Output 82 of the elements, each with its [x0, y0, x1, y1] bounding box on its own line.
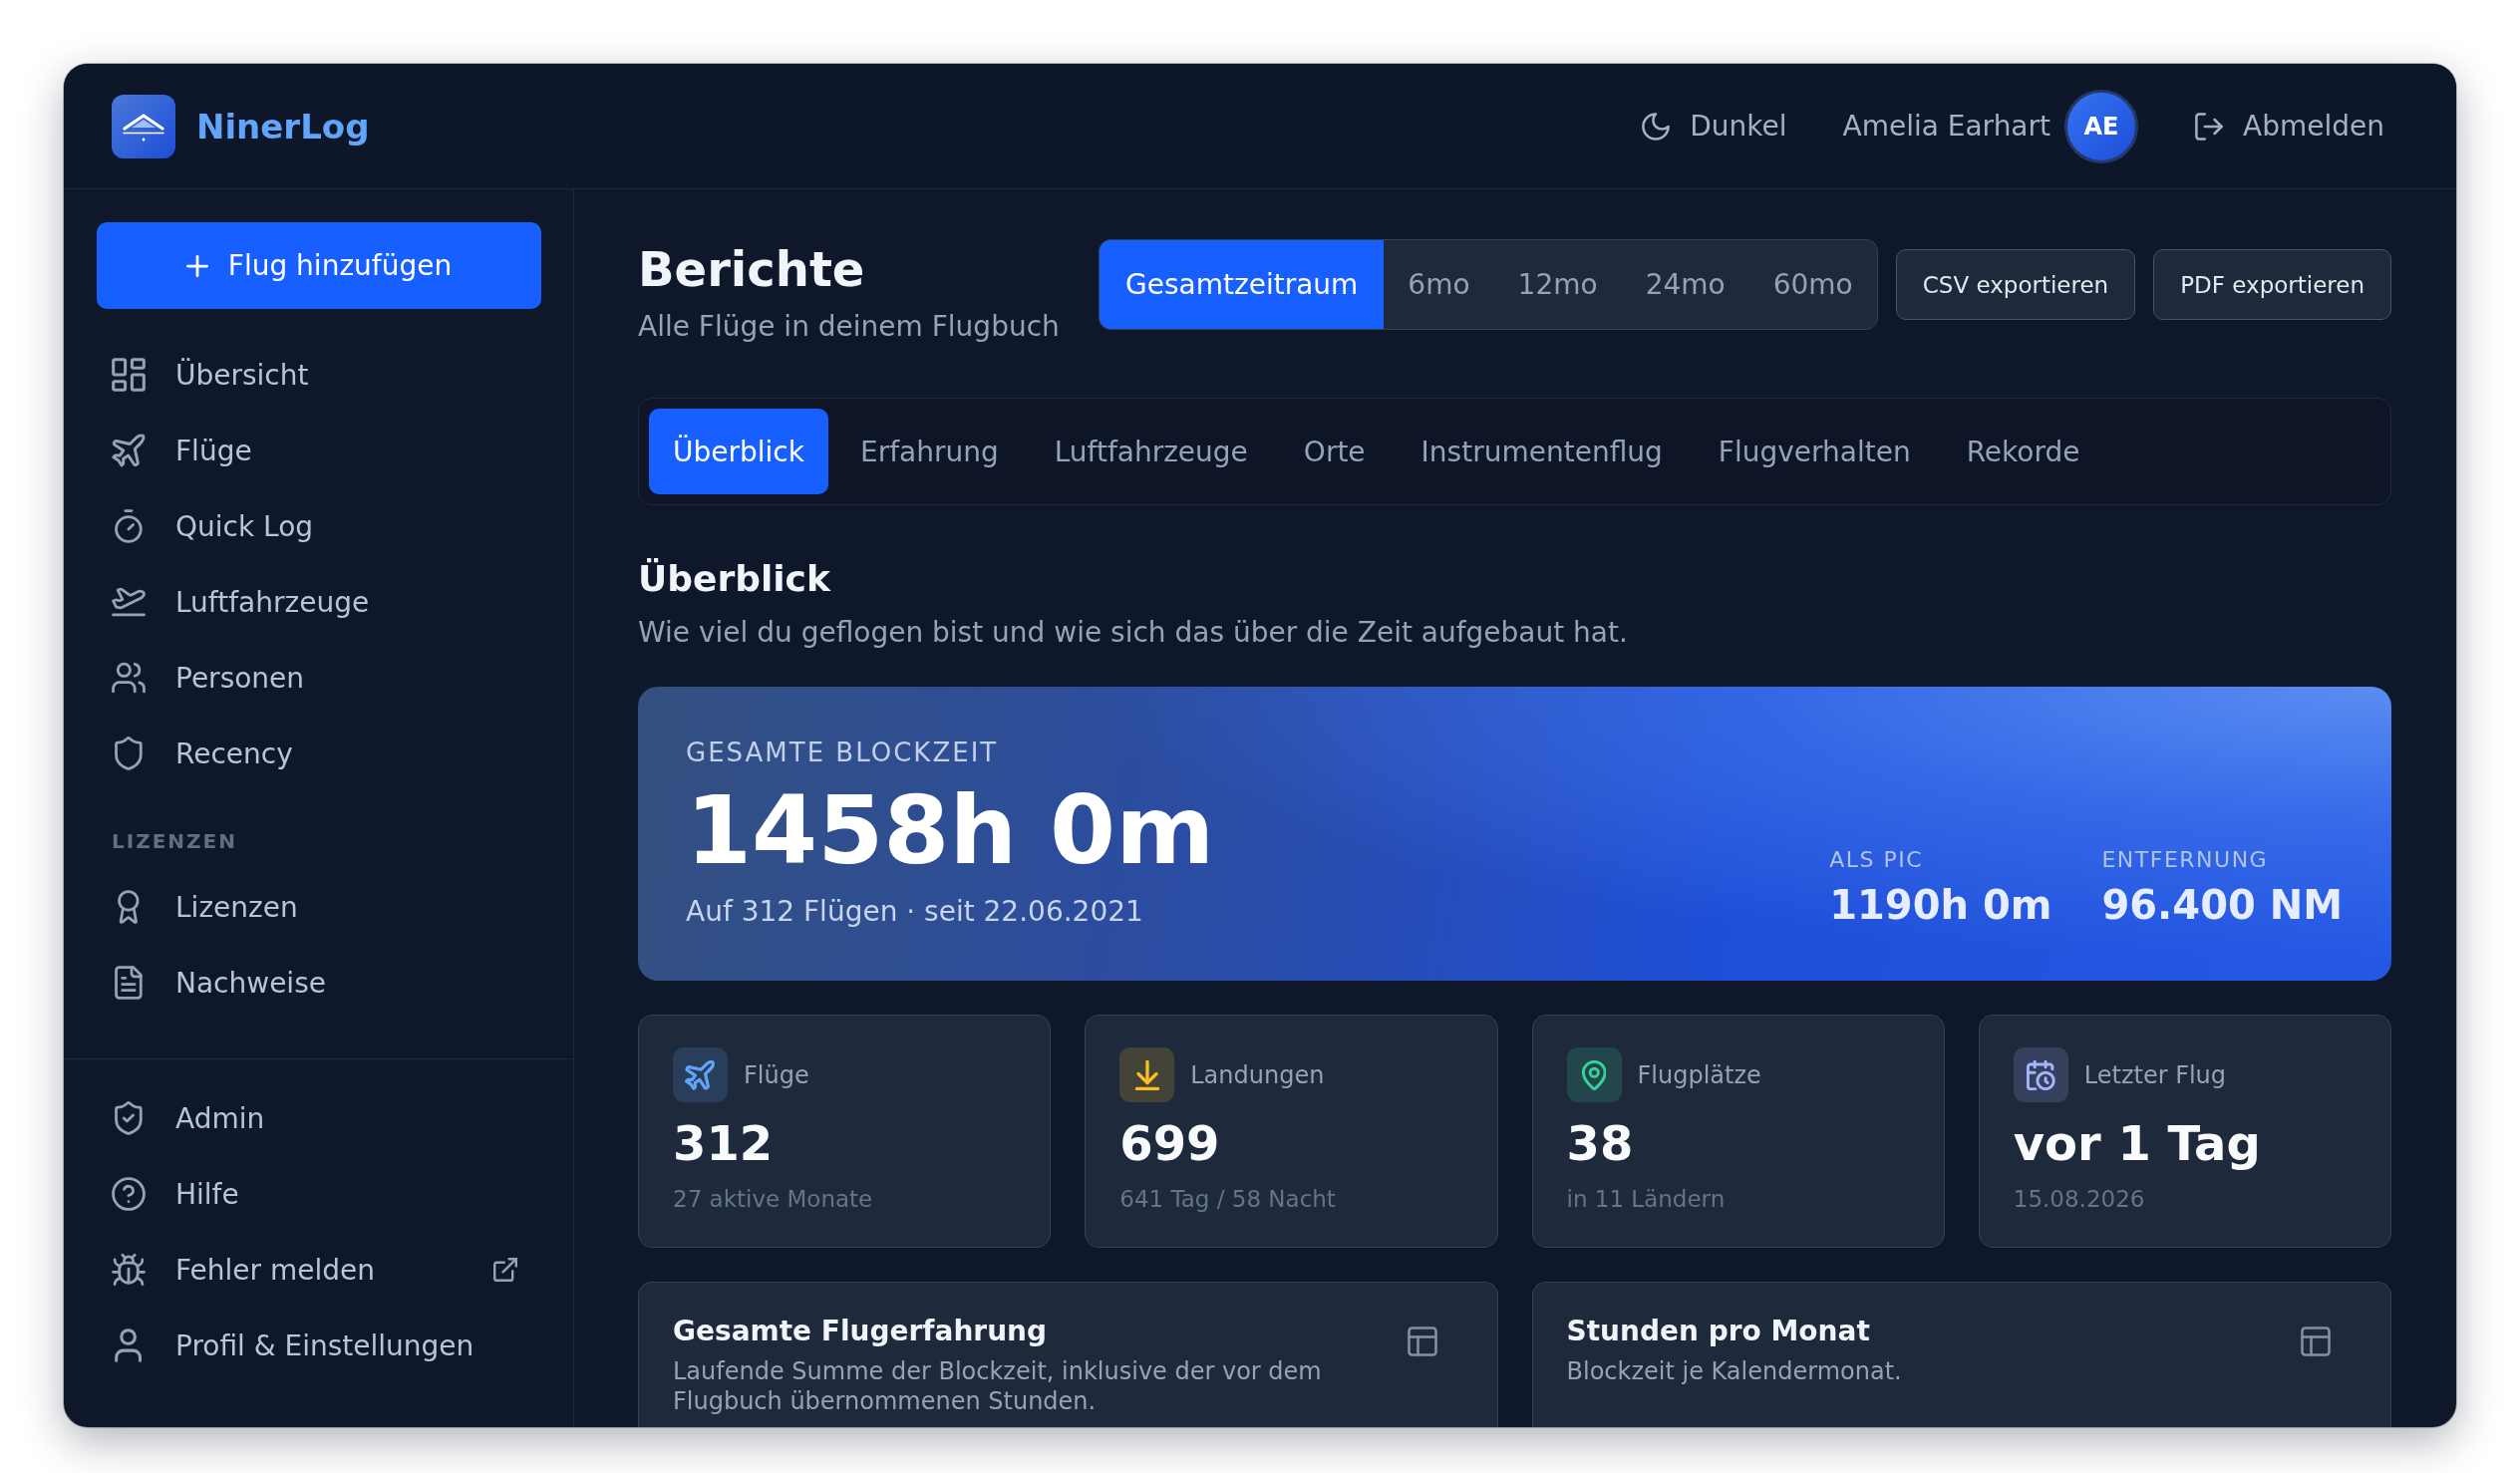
bug-icon	[112, 1253, 146, 1287]
nav-link[interactable]: Personen	[97, 640, 541, 716]
page-title: Berichte	[638, 240, 866, 298]
add-flight-button[interactable]: Flug hinzufügen	[97, 222, 541, 309]
stat-detail: 15.08.2026	[2013, 1185, 2146, 1213]
stat-label: Landungen	[1190, 1060, 1325, 1089]
report-tab[interactable]: Erfahrung	[835, 409, 1023, 494]
table-icon[interactable]	[2301, 1326, 2331, 1356]
range-option[interactable]: 6mo	[1384, 240, 1494, 329]
app-logo-icon	[112, 94, 175, 158]
nav-link[interactable]: Übersicht	[97, 337, 541, 413]
plane-icon	[673, 1047, 728, 1102]
nav-link[interactable]: Fehler melden	[97, 1232, 541, 1308]
side-stat-value: 96.400 NM	[2101, 881, 2343, 929]
stat-detail: 27 aktive Monate	[673, 1185, 874, 1213]
stat-value: 699	[1119, 1114, 1221, 1172]
report-tab[interactable]: Rekorde	[1942, 409, 2104, 494]
section-title: Überblick	[638, 557, 832, 601]
nav-link[interactable]: Flüge	[97, 413, 541, 488]
ribbon-icon	[118, 890, 140, 924]
range-option[interactable]: 24mo	[1621, 240, 1749, 329]
section-description: Wie viel du geflogen bist und wie sich das über die Zeit aufgebaut hat.	[638, 616, 1629, 650]
chart-title: Stunden pro Monat	[1566, 1315, 1871, 1348]
help-icon	[112, 1177, 146, 1211]
range-option[interactable]: 60mo	[1748, 240, 1877, 329]
nav-link[interactable]: Recency	[97, 716, 541, 791]
stat-detail: in 11 Ländern	[1566, 1185, 1727, 1213]
calendar-clock-icon	[2013, 1047, 2068, 1102]
stat-value: vor 1 Tag	[2013, 1114, 2262, 1172]
plus-icon	[185, 254, 208, 277]
range-option[interactable]: Gesamtzeitraum	[1100, 240, 1385, 329]
logout-button[interactable]: Abmelden	[2195, 110, 2384, 143]
document-icon	[115, 966, 143, 1000]
report-tab[interactable]: Instrumentenflug	[1397, 409, 1687, 494]
nav-link[interactable]: Luftfahrzeuge	[97, 564, 541, 640]
export-button[interactable]: PDF exportieren	[2153, 249, 2391, 320]
shield-icon	[115, 736, 143, 770]
nav-link[interactable]: Lizenzen	[97, 869, 541, 945]
nav-link[interactable]: Nachweise	[97, 945, 541, 1021]
export-button[interactable]: CSV exportieren	[1895, 249, 2136, 320]
external-link-icon	[493, 1258, 517, 1282]
stopwatch-icon	[115, 509, 143, 543]
moon-icon	[1642, 112, 1671, 141]
hero-label: GESAMTE BLOCKZEIT	[686, 736, 1000, 768]
side-stat-value: 1190h 0m	[1829, 881, 2052, 929]
range-option[interactable]: 12mo	[1493, 240, 1622, 329]
user-name: Amelia Earhart	[1842, 110, 2051, 143]
table-icon[interactable]	[1407, 1326, 1437, 1356]
stat-value: 312	[673, 1114, 775, 1172]
user-icon	[115, 1328, 143, 1362]
report-tab[interactable]: Orte	[1279, 409, 1390, 494]
grid-icon	[112, 358, 146, 392]
stat-detail: 641 Tag / 58 Nacht	[1119, 1185, 1337, 1213]
map-pin-icon	[1566, 1047, 1622, 1102]
stat-label: Letzter Flug	[2083, 1060, 2227, 1089]
plane-takeoff-icon	[112, 585, 146, 619]
chart-title: Gesamte Flugerfahrung	[673, 1315, 1049, 1348]
stat-label: Flüge	[744, 1060, 809, 1089]
nav-link[interactable]: Profil & Einstellungen	[97, 1308, 541, 1383]
people-icon	[112, 661, 146, 695]
chart-description: Blockzeit je Kalendermonat.	[1566, 1356, 1903, 1386]
side-stat-label: ENTFERNUNG	[2101, 846, 2270, 874]
shield-check-icon	[115, 1101, 143, 1135]
exit-icon	[2195, 112, 2224, 141]
app-name: NinerLog	[196, 106, 370, 147]
page-subtitle: Alle Flüge in deinem Flugbuch	[638, 310, 1060, 344]
report-tab[interactable]: Überblick	[649, 409, 828, 494]
nav-section-heading: LIZENZEN	[112, 829, 238, 853]
report-tab[interactable]: Luftfahrzeuge	[1030, 409, 1272, 494]
nav-link[interactable]: Hilfe	[97, 1156, 541, 1232]
hero-value: 1458h 0m	[686, 775, 1215, 885]
chart-description: Laufende Summe der Blockzeit, inklusive der vor dem Flugbuch übernommenen Stunden.	[673, 1356, 1323, 1416]
stat-value: 38	[1566, 1114, 1635, 1172]
hero-detail: Auf 312 Flügen · seit 22.06.2021	[686, 895, 1144, 929]
report-tab[interactable]: Flugverhalten	[1694, 409, 1935, 494]
theme-toggle-button[interactable]: Dunkel	[1642, 110, 1787, 143]
user-avatar[interactable]: AE	[2064, 89, 2139, 163]
nav-link[interactable]: Quick Log	[97, 488, 541, 564]
nav-link[interactable]: Admin	[97, 1080, 541, 1156]
stat-label: Flugplätze	[1637, 1060, 1761, 1089]
side-stat-label: ALS PIC	[1829, 846, 1925, 874]
plane-icon	[112, 434, 146, 467]
